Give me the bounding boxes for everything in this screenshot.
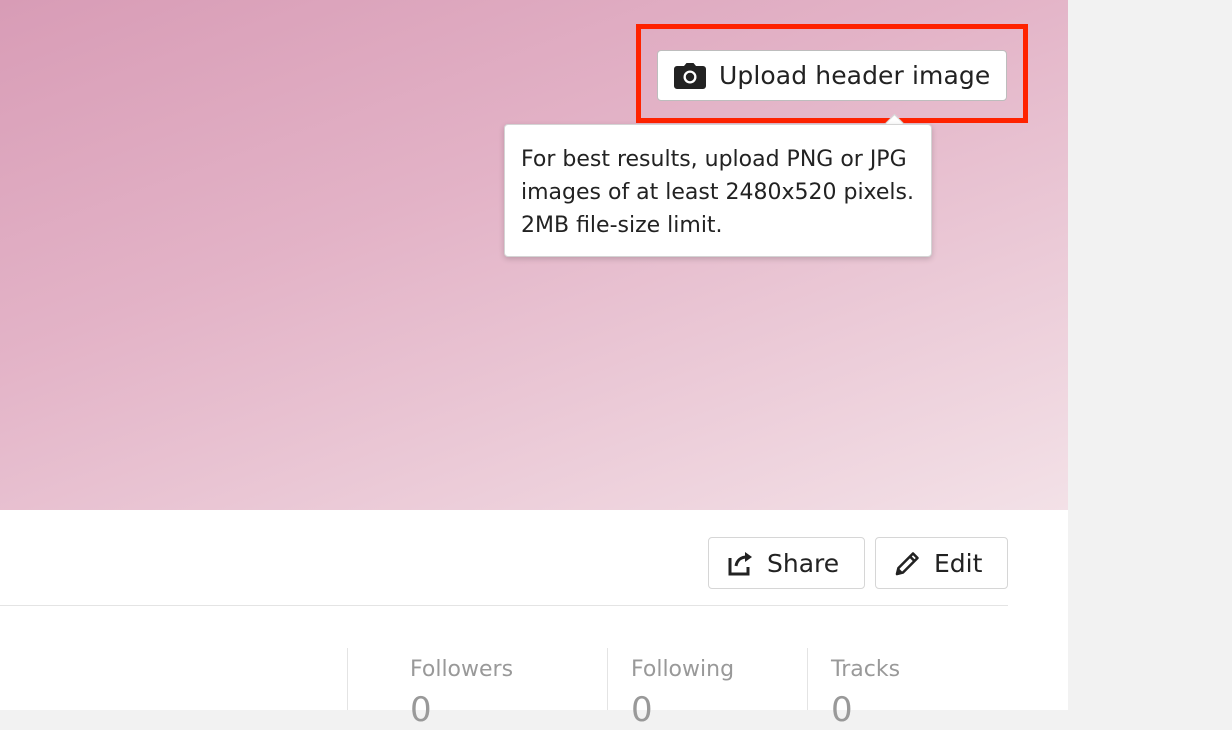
followers-count[interactable]: 0: [410, 690, 432, 730]
share-icon: [727, 549, 755, 577]
pencil-icon: [894, 549, 922, 577]
upload-tooltip: For best results, upload PNG or JPG imag…: [504, 124, 932, 257]
camera-icon: [674, 62, 706, 89]
share-label: Share: [767, 548, 840, 578]
following-count[interactable]: 0: [631, 690, 653, 730]
upload-header-image-label: Upload header image: [719, 61, 991, 90]
tracks-count[interactable]: 0: [831, 690, 853, 730]
following-label[interactable]: Following: [631, 657, 734, 682]
profile-page: Upload header image For best results, up…: [0, 0, 1068, 730]
stat-separator: [347, 648, 348, 710]
share-button[interactable]: Share: [708, 537, 865, 589]
edit-button[interactable]: Edit: [875, 537, 1008, 589]
stat-separator: [807, 648, 808, 710]
divider: [0, 605, 1008, 606]
tooltip-text: For best results, upload PNG or JPG imag…: [521, 147, 915, 238]
edit-label: Edit: [934, 548, 983, 578]
upload-header-image-button[interactable]: Upload header image: [657, 50, 1007, 101]
followers-label[interactable]: Followers: [410, 657, 513, 682]
stat-separator: [607, 648, 608, 710]
tracks-label[interactable]: Tracks: [831, 657, 900, 682]
